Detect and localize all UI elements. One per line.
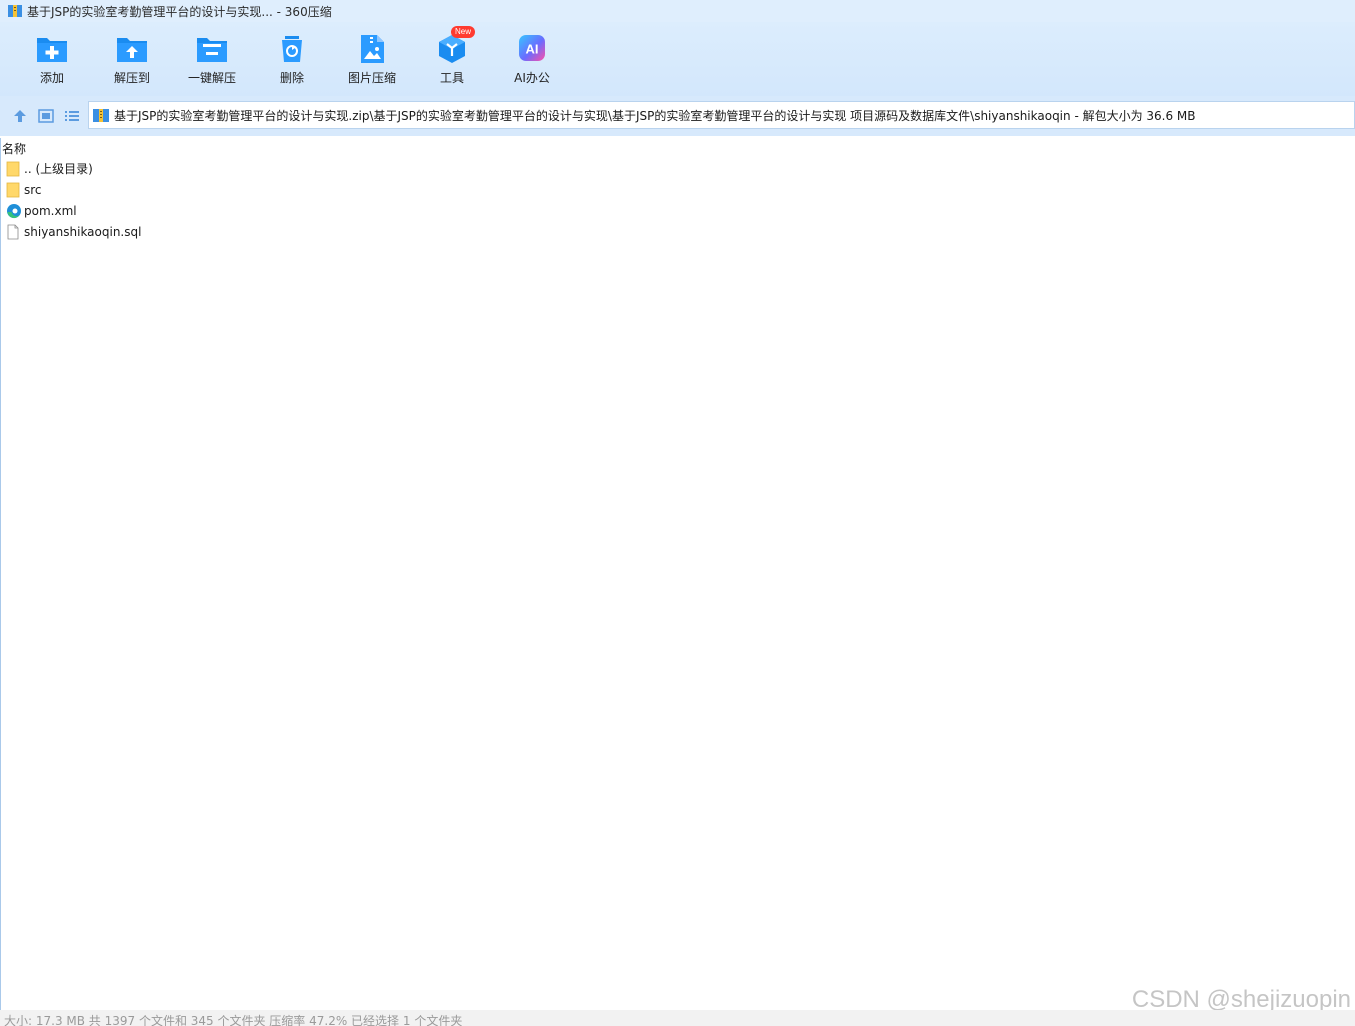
blank-file-icon xyxy=(6,224,20,240)
column-header-name[interactable]: 名称 xyxy=(1,138,1355,158)
thumbnail-view-icon xyxy=(38,109,54,123)
list-item[interactable]: .. (上级目录) xyxy=(1,158,1355,179)
list-item[interactable]: pom.xml xyxy=(1,200,1355,221)
one-click-extract-label: 一键解压 xyxy=(187,71,236,85)
address-row: 基于JSP的实验室考勤管理平台的设计与实现.zip\基于JSP的实验室考勤管理平… xyxy=(0,96,1355,136)
file-list: 名称 .. (上级目录) src pom.xml shiyanshikaoqin… xyxy=(0,138,1355,1010)
extract-to-icon xyxy=(115,32,149,66)
status-bar: 大小: 17.3 MB 共 1397 个文件和 345 个文件夹 压缩率 47.… xyxy=(0,1010,1355,1026)
window-title: 基于JSP的实验室考勤管理平台的设计与实现... - 360压缩 xyxy=(27,4,332,19)
thumbnail-view-button[interactable] xyxy=(37,107,55,125)
list-item-name: pom.xml xyxy=(24,203,77,218)
image-compress-icon xyxy=(355,32,389,66)
list-item-name: src xyxy=(24,182,42,197)
ai-office-label: AI办公 xyxy=(514,71,550,85)
new-badge: New xyxy=(451,26,476,38)
one-click-extract-button[interactable]: 一键解压 xyxy=(176,32,248,90)
zip-archive-icon xyxy=(93,107,109,123)
list-item[interactable]: shiyanshikaoqin.sql xyxy=(1,221,1355,242)
path-text: 基于JSP的实验室考勤管理平台的设计与实现.zip\基于JSP的实验室考勤管理平… xyxy=(114,108,1196,123)
main-toolbar: 添加 解压到 一键解压 删除 图片压缩 New 工具 AI AI办公 xyxy=(0,22,1355,96)
folder-icon xyxy=(6,161,20,177)
image-compress-button[interactable]: 图片压缩 xyxy=(336,32,408,90)
edge-browser-icon xyxy=(6,203,21,219)
folder-icon xyxy=(6,182,20,198)
list-view-button[interactable] xyxy=(63,107,81,125)
add-button[interactable]: 添加 xyxy=(16,32,88,90)
ai-office-button[interactable]: AI AI办公 xyxy=(496,32,568,90)
tools-label: 工具 xyxy=(439,71,464,85)
title-bar: 基于JSP的实验室考勤管理平台的设计与实现... - 360压缩 xyxy=(0,0,1355,22)
svg-text:AI: AI xyxy=(526,42,539,57)
tools-button[interactable]: New 工具 xyxy=(416,26,488,90)
up-level-button[interactable] xyxy=(11,107,29,125)
list-view-icon xyxy=(65,111,79,121)
list-item-name: shiyanshikaoqin.sql xyxy=(24,224,142,239)
one-click-extract-icon xyxy=(195,32,229,66)
app-zip-icon xyxy=(8,4,22,18)
delete-label: 删除 xyxy=(279,71,304,85)
list-item-name: .. (上级目录) xyxy=(24,162,93,176)
recycle-bin-icon xyxy=(275,32,309,66)
list-item[interactable]: src xyxy=(1,179,1355,200)
delete-button[interactable]: 删除 xyxy=(256,32,328,90)
path-bar[interactable]: 基于JSP的实验室考勤管理平台的设计与实现.zip\基于JSP的实验室考勤管理平… xyxy=(88,101,1355,129)
arrow-up-icon xyxy=(14,110,26,122)
add-folder-icon xyxy=(35,32,69,66)
extract-to-label: 解压到 xyxy=(113,71,150,85)
tools-cube-icon: New xyxy=(435,26,476,66)
extract-to-button[interactable]: 解压到 xyxy=(96,32,168,90)
image-compress-label: 图片压缩 xyxy=(347,71,396,85)
ai-office-icon: AI xyxy=(515,32,549,66)
add-button-label: 添加 xyxy=(39,71,64,85)
